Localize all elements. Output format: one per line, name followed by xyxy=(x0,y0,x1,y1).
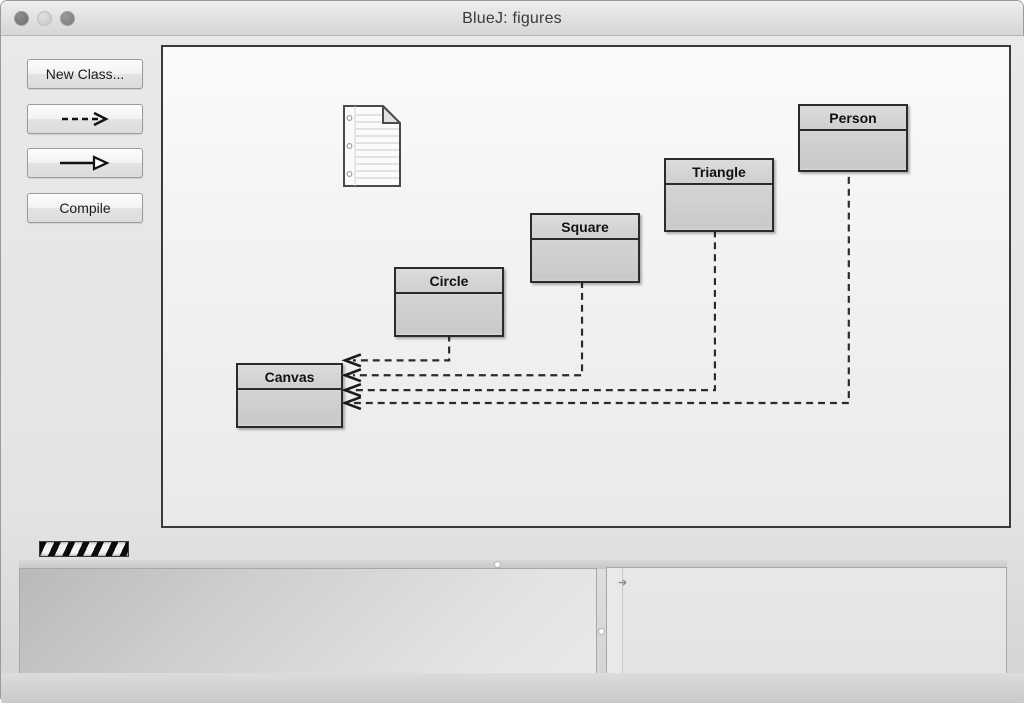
new-class-button[interactable]: New Class... xyxy=(27,59,143,89)
code-pad-prompt-icon: ➜ xyxy=(618,577,628,589)
class-name-circle: Circle xyxy=(396,269,502,294)
class-box-circle[interactable]: Circle xyxy=(394,267,504,337)
activity-progress-indicator xyxy=(39,541,129,557)
dashed-arrow-icon xyxy=(62,111,109,127)
class-name-triangle: Triangle xyxy=(666,160,772,185)
window-title: BlueJ: figures xyxy=(462,10,562,27)
arrowhead-circle xyxy=(341,353,362,368)
class-box-canvas[interactable]: Canvas xyxy=(236,363,343,428)
class-body-circle xyxy=(396,294,502,333)
class-body-person xyxy=(800,131,906,168)
class-name-square: Square xyxy=(532,215,638,240)
uses-arrow-button[interactable] xyxy=(27,104,143,134)
class-name-person: Person xyxy=(800,106,906,131)
class-box-person[interactable]: Person xyxy=(798,104,908,172)
left-toolbar: New Class... Compile xyxy=(1,36,161,523)
compile-button[interactable]: Compile xyxy=(27,193,143,223)
bluej-main-window: BlueJ: figures New Class... Compile Pers… xyxy=(0,0,1024,703)
content-area: New Class... Compile Person Triangle Squ… xyxy=(1,36,1024,703)
class-name-canvas: Canvas xyxy=(238,365,341,390)
title-bar[interactable]: BlueJ: figures xyxy=(1,1,1023,36)
class-body-square xyxy=(532,240,638,279)
arrowhead-square xyxy=(341,368,362,383)
readme-note-icon[interactable] xyxy=(343,105,401,187)
class-body-triangle xyxy=(666,185,772,228)
class-box-triangle[interactable]: Triangle xyxy=(664,158,774,232)
arrowhead-person xyxy=(341,395,362,411)
arrowhead-triangle xyxy=(341,382,362,398)
window-footer xyxy=(1,673,1024,703)
solid-hollow-arrow-icon xyxy=(60,155,110,171)
class-body-canvas xyxy=(238,390,341,424)
vertical-split-grip[interactable] xyxy=(598,628,605,635)
horizontal-split-grip[interactable] xyxy=(494,561,501,568)
new-class-label: New Class... xyxy=(45,66,125,82)
compile-label: Compile xyxy=(59,200,111,216)
extends-arrow-button[interactable] xyxy=(27,148,143,178)
class-box-square[interactable]: Square xyxy=(530,213,640,283)
class-diagram-panel[interactable]: Person Triangle Square Circle Canvas xyxy=(161,45,1011,528)
